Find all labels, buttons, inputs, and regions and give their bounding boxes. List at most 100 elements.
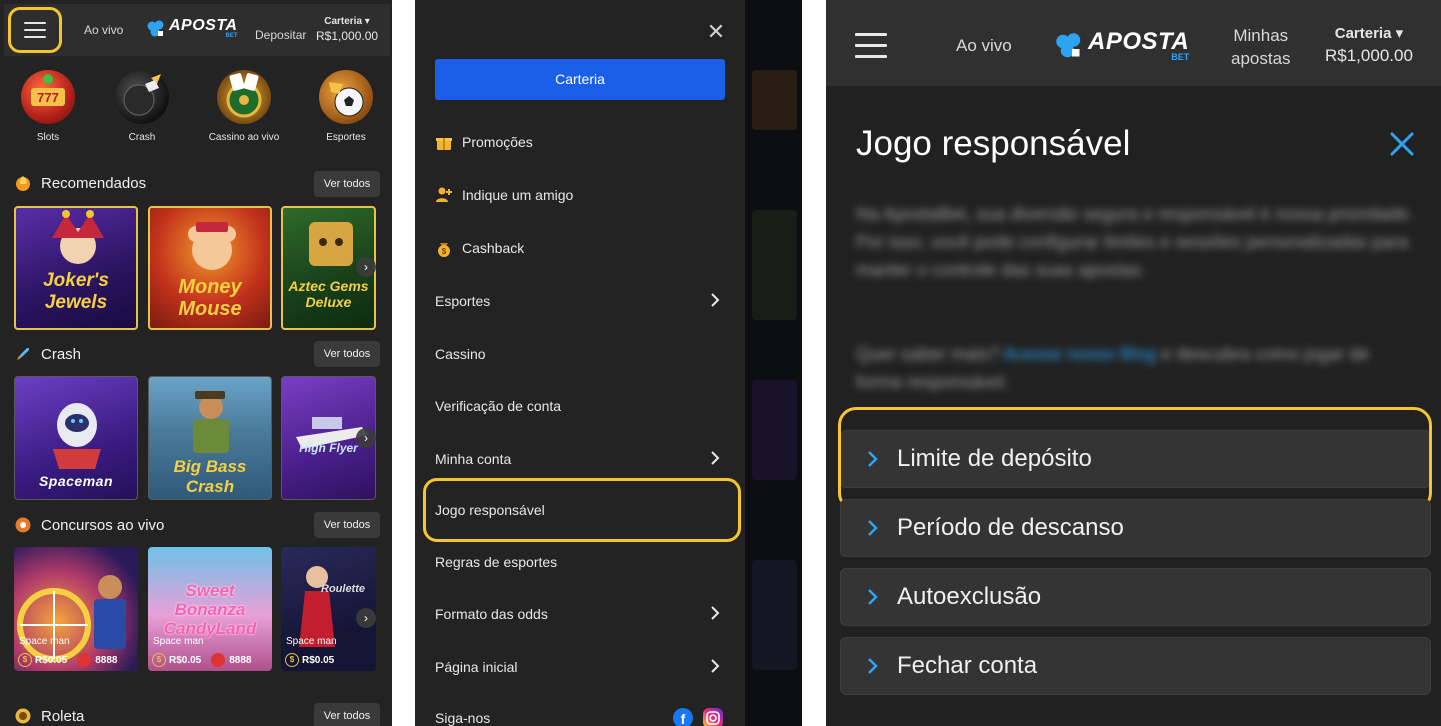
live-link[interactable]: Ao vivo [956,36,1012,56]
add-user-icon [436,187,452,202]
section-title: Roleta [41,707,85,725]
menu-item-home[interactable]: Página inicial [435,652,725,682]
rocket-icon [17,348,29,360]
menu-item-label: Jogo responsável [435,502,545,518]
menu-item-my-account[interactable]: Minha conta [435,444,725,474]
brand-logo[interactable]: APOSTA BET [146,18,237,39]
close-icon[interactable]: ✕ [706,21,726,43]
option-self-exclusion[interactable]: Autoexclusão [840,568,1431,626]
menu-item-odds-format[interactable]: Formato das odds [435,599,725,629]
player-count: 8888 [229,654,252,666]
section-title: Crash [41,345,82,363]
game-title: Roulette [321,583,365,595]
instagram-icon[interactable] [703,708,723,726]
game-tile[interactable]: Big Bass Crash [148,376,272,500]
deposit-link[interactable]: Depositar [255,28,306,42]
wallet-button[interactable]: Carteria [435,59,725,100]
category-label: Cassino ao vivo [208,132,280,143]
roulette-icon [15,517,31,533]
scroll-right-button[interactable]: › [356,608,376,628]
section-live-contests: Concursos ao vivo [14,516,164,534]
chevron-right-icon [711,606,720,620]
blog-link[interactable]: Acesse nosso Blog [1003,344,1156,364]
category-bar: 777 Slots Crash Cassino ao vivo Esportes [0,70,392,144]
live-game-tile[interactable]: Sweet Bonanza CandyLand Space man $ R$0.… [148,547,272,671]
menu-item-sports-rules[interactable]: Regras de esportes [435,547,725,577]
option-label: Período de descanso [897,514,1124,541]
see-all-button[interactable]: Ver todos [314,512,380,538]
category-label: Crash [128,132,156,143]
players-icon [77,653,92,667]
live-game-stats: $ R$0.05 8888 [152,653,252,667]
menu-item-promotions[interactable]: Promoções [435,127,725,157]
menu-item-refer-friend[interactable]: Indique um amigo [435,180,725,210]
game-title: Aztec Gems Deluxe [288,278,369,310]
scroll-right-button[interactable]: › [356,428,376,448]
hamburger-icon[interactable] [855,33,887,58]
chevron-right-icon [711,451,720,465]
menu-item-label: Regras de esportes [435,554,558,570]
menu-item-label: Minha conta [435,451,512,467]
gift-icon [436,138,452,150]
min-bet: R$0.05 [302,654,335,666]
option-rest-period[interactable]: Período de descanso [840,499,1431,557]
menu-item-account-verification[interactable]: Verificação de conta [435,391,725,421]
roulette-wheel-icon [15,708,31,724]
menu-item-label: Formato das odds [435,606,548,622]
menu-item-label: Cassino [435,346,486,362]
my-bets-label: apostas [1231,49,1291,68]
see-all-button[interactable]: Ver todos [314,341,380,367]
wallet-label: Carteria ▾ [1334,25,1404,42]
see-all-button[interactable]: Ver todos [314,703,380,726]
section-title: Concursos ao vivo [41,516,165,534]
home-screen: Ao vivo APOSTA BET Depositar Carteria ▾ … [0,0,392,726]
game-tile[interactable]: Spaceman [14,376,138,500]
category-live-casino[interactable]: Cassino ao vivo [204,70,284,143]
live-game-name: Space man [286,636,337,647]
wallet-dropdown[interactable]: Carteria ▾ R$1,000.00 [316,16,378,43]
game-tile[interactable]: Joker's Jewels [14,206,138,330]
learn-more-text: Quer saber mais? Acesse nosso Blog e des… [856,340,1416,396]
game-tile[interactable]: Money Mouse [148,206,272,330]
category-label: Esportes [326,132,366,143]
section-crash: Crash [14,345,81,363]
menu-item-label: Siga-nos [435,710,491,726]
menu-item-responsible-gaming[interactable]: Jogo responsável [435,495,725,525]
live-game-tile[interactable]: Space man $ R$0.05 8888 [14,547,138,671]
see-all-button[interactable]: Ver todos [314,171,380,197]
clover-icon [147,20,164,36]
menu-item-label: Página inicial [435,659,518,675]
coin-icon: $ [285,653,299,667]
facebook-icon[interactable]: f [673,708,693,726]
min-bet: R$0.05 [169,654,202,666]
chevron-right-icon [868,520,878,536]
close-icon[interactable] [1388,130,1416,158]
my-bets-link[interactable]: Minhas apostas [1231,24,1291,70]
live-link[interactable]: Ao vivo [84,23,123,37]
slot-777-icon: 777 [21,70,75,124]
live-game-stats: $ R$0.05 [285,653,334,667]
menu-item-label: Verificação de conta [435,398,562,414]
menu-item-sports[interactable]: Esportes [435,286,725,316]
wallet-dropdown[interactable]: Carteria ▾ R$1,000.00 [1325,24,1413,66]
svg-text:f: f [681,711,686,726]
min-bet: R$0.05 [35,654,68,666]
highlight-frame [838,407,1432,511]
scroll-right-button[interactable]: › [356,257,376,277]
category-crash[interactable]: Crash [102,70,182,143]
menu-item-casino[interactable]: Cassino [435,339,725,369]
menu-item-label: Cashback [462,240,525,256]
menu-item-cashback[interactable]: $ Cashback [435,233,725,263]
game-title: Big Bass Crash [173,457,247,496]
brand-logo[interactable]: APOSTA BET [1054,30,1189,62]
category-sports[interactable]: Esportes [306,70,386,143]
hamburger-icon [24,22,46,38]
category-slots[interactable]: 777 Slots [8,70,88,143]
game-title: Sweet Bonanza CandyLand [163,581,257,638]
category-label: Slots [36,132,60,143]
menu-button[interactable] [8,7,62,53]
option-close-account[interactable]: Fechar conta [840,637,1431,695]
chevron-right-icon [868,589,878,605]
section-roulette: Roleta [14,707,84,725]
brand-name: APOSTA [1088,28,1190,55]
